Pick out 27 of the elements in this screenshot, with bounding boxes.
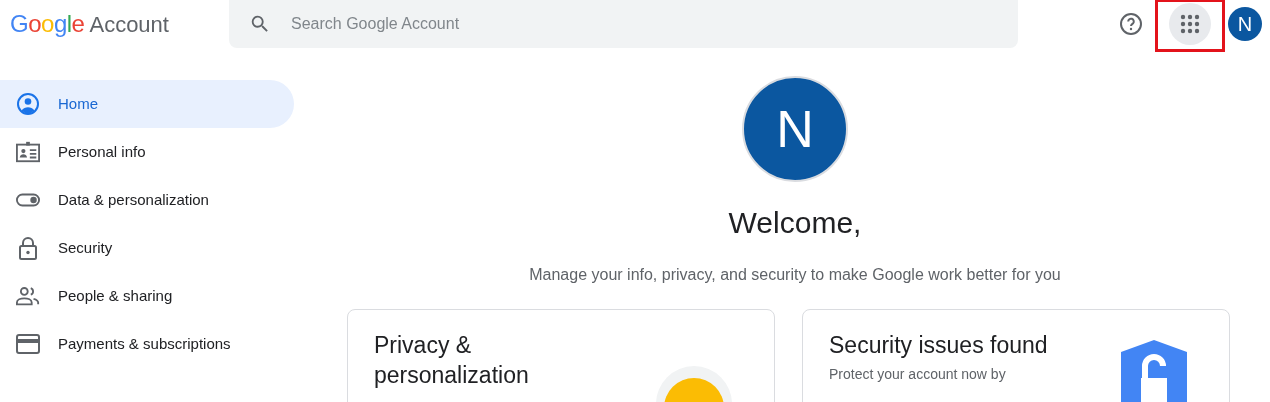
credit-card-icon (16, 334, 40, 354)
help-icon[interactable] (1119, 12, 1143, 36)
card-text: Protect your account now by (829, 365, 1007, 384)
card-title: Security issues found (829, 331, 1049, 360)
sidebar-item[interactable]: Security (0, 224, 294, 272)
sidebar-item[interactable]: Home (0, 80, 294, 128)
sidebar-item[interactable]: Data & personalization (0, 176, 294, 224)
lock-icon (18, 236, 38, 260)
sidebar-item[interactable]: People & sharing (0, 272, 294, 320)
apps-button[interactable] (1169, 3, 1211, 45)
shield-lock-icon (1119, 338, 1189, 402)
card-title: Privacy & personalization (374, 331, 530, 390)
id-card-icon (16, 140, 40, 164)
subtitle: Manage your info, privacy, and security to make Google work better for you (529, 265, 1061, 285)
profile-avatar: N (742, 76, 848, 182)
avatar[interactable]: N (1228, 7, 1262, 41)
account-circle-icon (16, 92, 40, 116)
sidebar-item[interactable]: Personal info (0, 128, 294, 176)
people-icon (16, 286, 40, 306)
search-field[interactable]: Search Google Account (229, 0, 1018, 48)
grid-icon (1180, 14, 1200, 34)
sidebar-item[interactable]: Payments & subscriptions (0, 320, 294, 368)
product-name: Account (89, 11, 169, 39)
welcome-heading: Welcome, (728, 205, 862, 241)
toggle-icon (16, 193, 40, 207)
google-logo: Google (10, 9, 85, 39)
search-icon[interactable] (249, 13, 271, 35)
